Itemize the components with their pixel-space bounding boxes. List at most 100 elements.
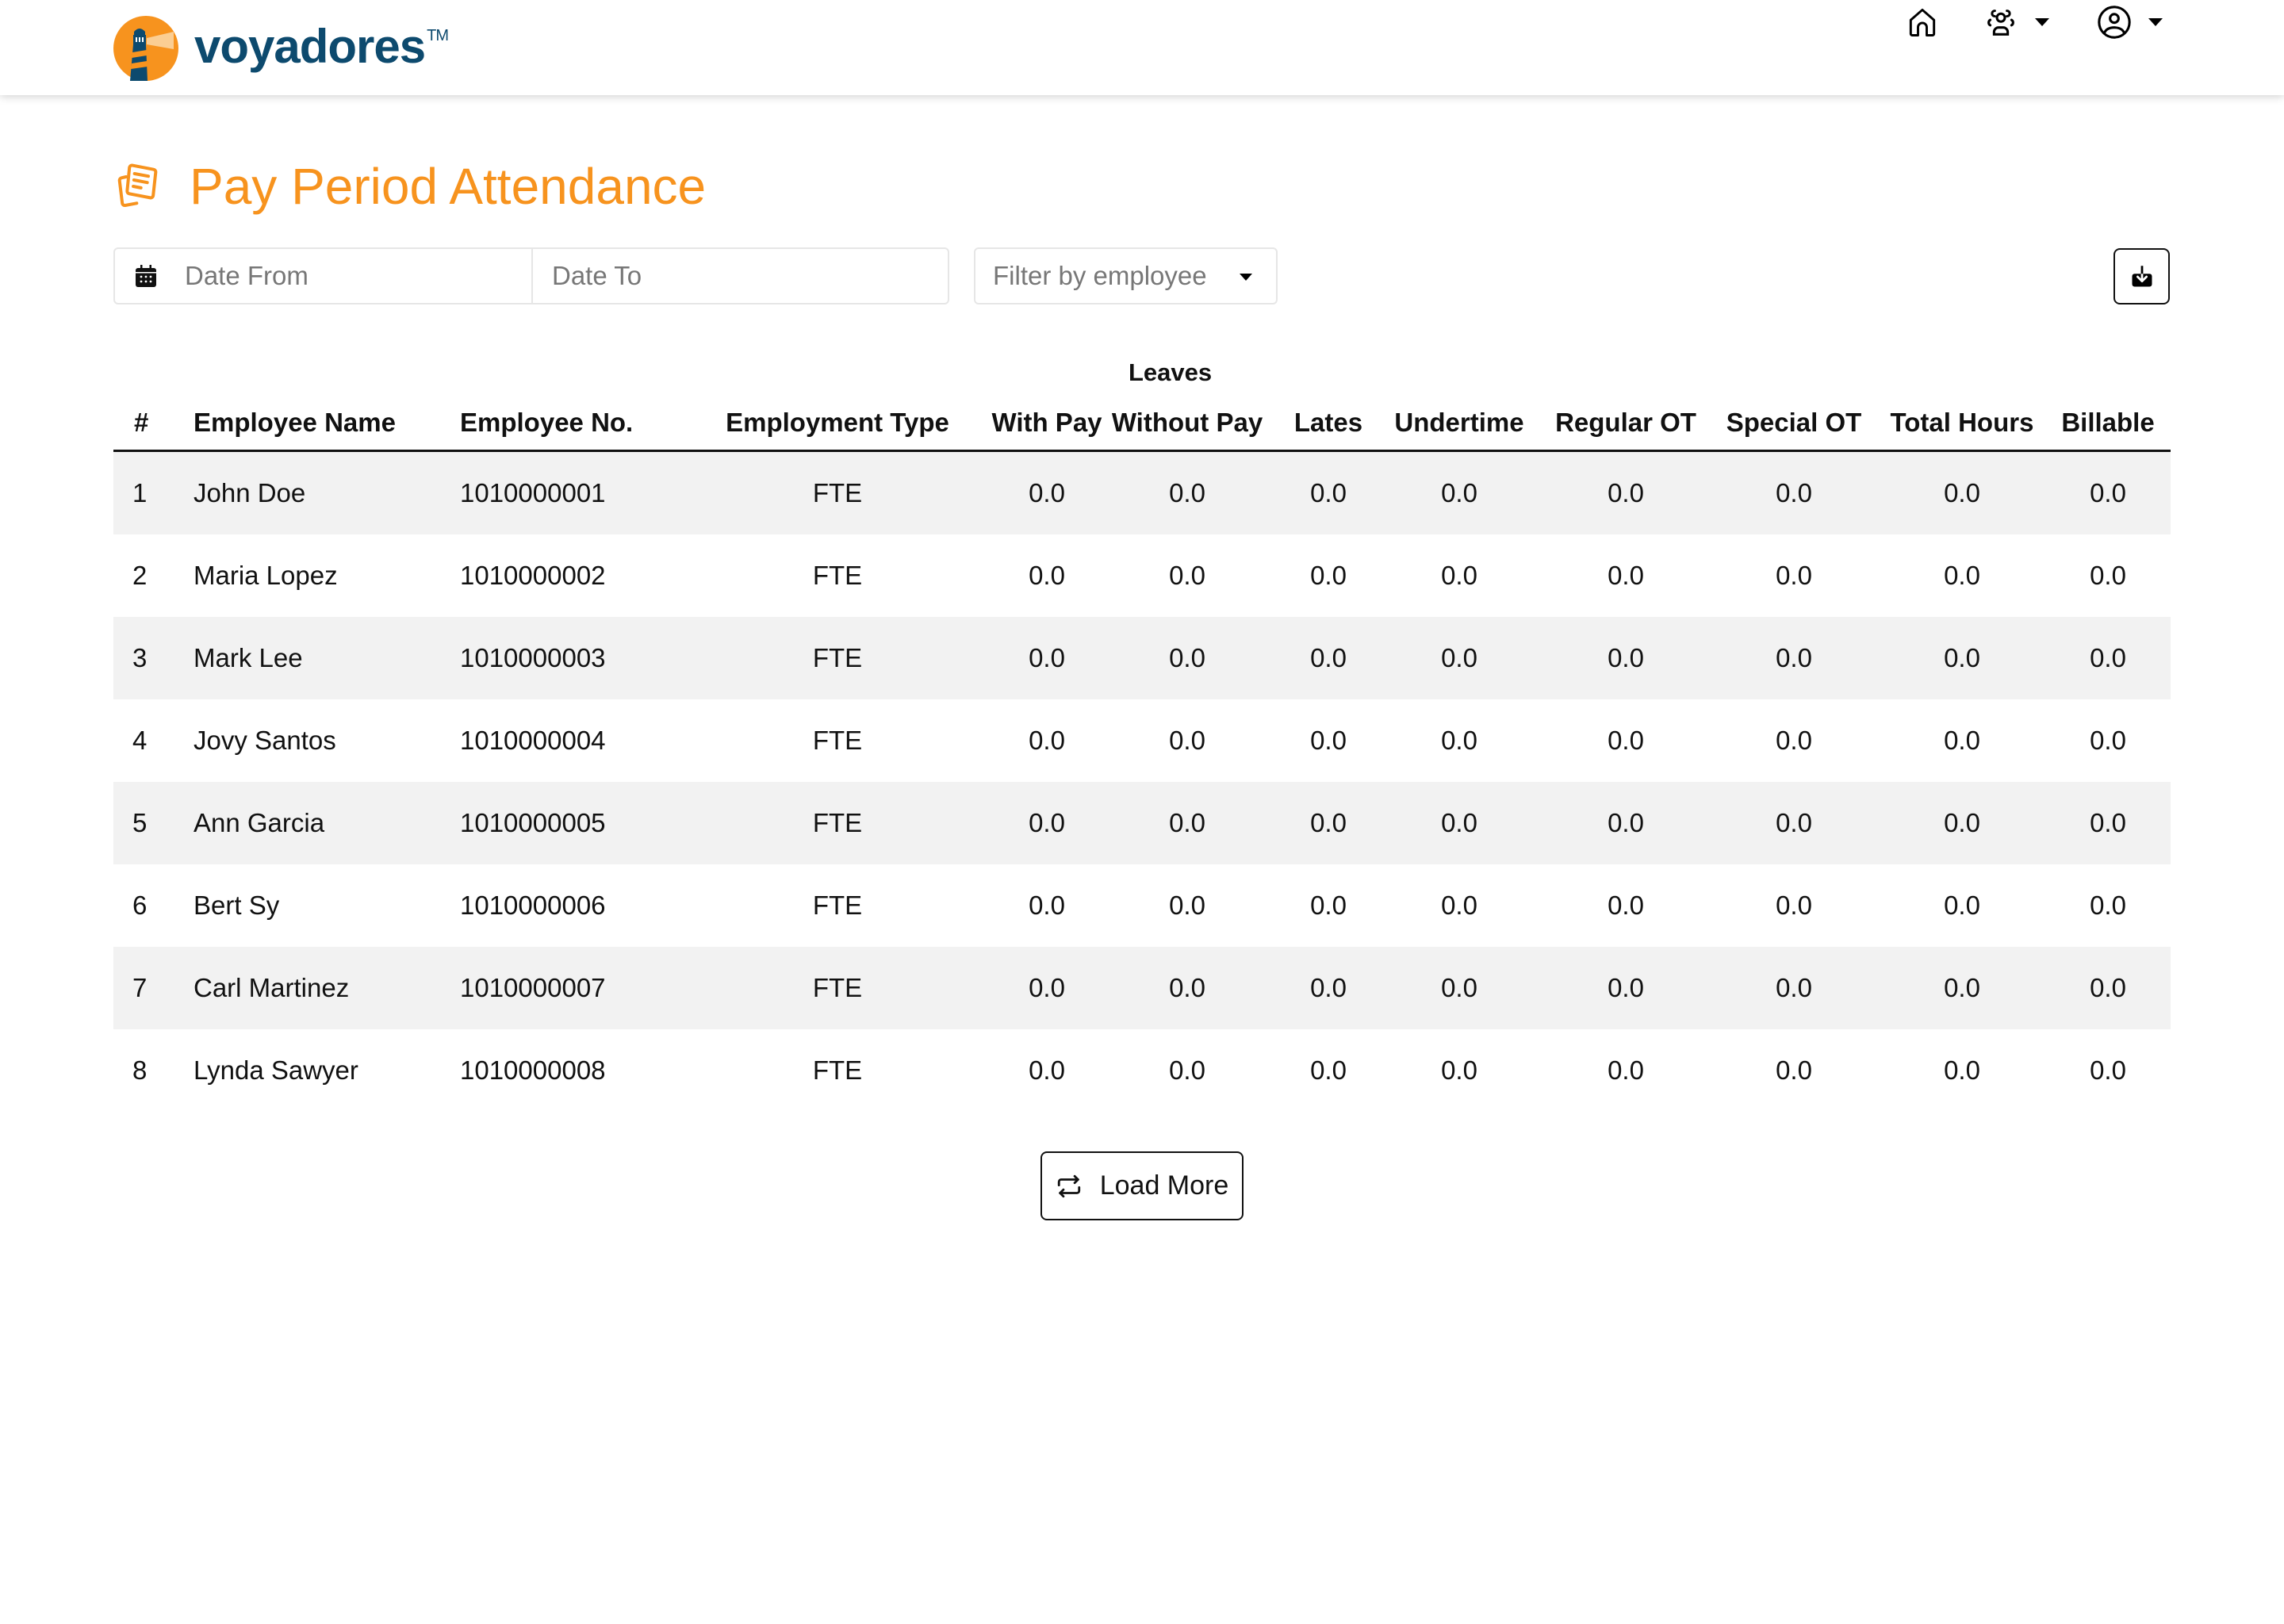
column-header-special-ot[interactable]: Special OT [1726, 408, 1862, 438]
column-header-undertime[interactable]: Undertime [1394, 408, 1523, 438]
calendar-icon [136, 265, 156, 287]
cell-undertime: 0.0 [1441, 561, 1477, 590]
team-icon [1987, 10, 2014, 36]
cell-lates: 0.0 [1310, 478, 1347, 508]
table-row[interactable]: 3 Mark Lee 1010000003 FTE 0.0 0.0 0.0 0.0 0.0 0.0… [113, 617, 2171, 699]
cell-regular-ot: 0.0 [1608, 808, 1644, 837]
cell-without-pay: 0.0 [1169, 1055, 1205, 1085]
cell-employment-type: FTE [812, 891, 863, 920]
column-header-billable[interactable]: Billable [2061, 408, 2154, 438]
load-more-button[interactable]: Load More [1040, 1151, 1244, 1220]
date-range-picker: Date From Date To [113, 247, 949, 304]
cell-lates: 0.0 [1310, 643, 1347, 672]
download-button[interactable] [2113, 248, 2170, 304]
cell-special-ot: 0.0 [1776, 643, 1812, 672]
cell-special-ot: 0.0 [1776, 561, 1812, 590]
employee-filter-select[interactable]: Filter by employee [974, 247, 1278, 304]
cell-employee-name: John Doe [194, 478, 306, 508]
cell-undertime: 0.0 [1441, 726, 1477, 755]
cell-billable: 0.0 [2090, 726, 2126, 755]
trademark: TM [427, 27, 449, 44]
cell-with-pay: 0.0 [1029, 1055, 1065, 1085]
cell-without-pay: 0.0 [1169, 891, 1205, 920]
team-menu-button[interactable] [1983, 0, 2049, 44]
cell-employee-no: 1010000006 [460, 891, 606, 920]
cell-index: 7 [132, 973, 148, 1002]
cell-index: 2 [132, 561, 148, 590]
lighthouse-logo-icon [113, 16, 178, 81]
cell-lates: 0.0 [1310, 561, 1347, 590]
home-button[interactable] [1905, 0, 1940, 44]
table-row[interactable]: 5 Ann Garcia 1010000005 FTE 0.0 0.0 0.0 0.0 0.0 0… [113, 782, 2171, 864]
table-row[interactable]: 1 John Doe 1010000001 FTE 0.0 0.0 0.0 0.0 0.0 0.0… [113, 452, 2171, 534]
column-header-without-pay[interactable]: Without Pay [1112, 408, 1263, 438]
cell-employee-name: Ann Garcia [194, 808, 325, 837]
cell-employee-no: 1010000008 [460, 1055, 606, 1085]
table-group-header: Leaves [113, 349, 2171, 400]
cell-undertime: 0.0 [1441, 973, 1477, 1002]
cell-special-ot: 0.0 [1776, 891, 1812, 920]
cell-total-hours: 0.0 [1944, 726, 1980, 755]
cell-without-pay: 0.0 [1169, 726, 1205, 755]
download-icon [2132, 265, 2152, 286]
cell-employment-type: FTE [812, 973, 863, 1002]
documents-icon [117, 163, 158, 208]
column-header-employee-name[interactable]: Employee Name [194, 408, 396, 438]
cell-employee-no: 1010000007 [460, 973, 606, 1002]
column-header-lates[interactable]: Lates [1294, 408, 1362, 438]
cell-index: 8 [132, 1055, 148, 1085]
brand-logo[interactable]: voyadores TM [113, 15, 449, 82]
cell-index: 3 [132, 643, 148, 672]
cell-undertime: 0.0 [1441, 891, 1477, 920]
cell-undertime: 0.0 [1441, 1055, 1477, 1085]
cell-undertime: 0.0 [1441, 643, 1477, 672]
cell-billable: 0.0 [2090, 561, 2126, 590]
cell-with-pay: 0.0 [1029, 478, 1065, 508]
table-row[interactable]: 6 Bert Sy 1010000006 FTE 0.0 0.0 0.0 0.0 0.0 0.0 0… [113, 864, 2171, 947]
cell-with-pay: 0.0 [1029, 726, 1065, 755]
account-menu-button[interactable] [2096, 0, 2163, 44]
cell-employee-name: Lynda Sawyer [194, 1055, 358, 1085]
cell-billable: 0.0 [2090, 1055, 2126, 1085]
cell-with-pay: 0.0 [1029, 808, 1065, 837]
cell-employee-name: Mark Lee [194, 643, 303, 672]
column-header-regular-ot[interactable]: Regular OT [1555, 408, 1696, 438]
cell-employee-name: Maria Lopez [194, 561, 338, 590]
cell-with-pay: 0.0 [1029, 643, 1065, 672]
column-header-employment-type[interactable]: Employment Type [726, 408, 949, 438]
cell-undertime: 0.0 [1441, 808, 1477, 837]
cell-undertime: 0.0 [1441, 478, 1477, 508]
cell-billable: 0.0 [2090, 478, 2126, 508]
cell-total-hours: 0.0 [1944, 1055, 1980, 1085]
cell-total-hours: 0.0 [1944, 478, 1980, 508]
user-account-icon [2098, 6, 2131, 39]
cell-lates: 0.0 [1310, 726, 1347, 755]
table-body: 1 John Doe 1010000001 FTE 0.0 0.0 0.0 0.0 0.0 0.0… [113, 452, 2171, 1112]
table-row[interactable]: 7 Carl Martinez 1010000007 FTE 0.0 0.0 0.0 0.0 0… [113, 947, 2171, 1029]
cell-employment-type: FTE [812, 643, 863, 672]
page-title-bar: Pay Period Attendance [113, 151, 706, 222]
table-row[interactable]: 8 Lynda Sawyer 1010000008 FTE 0.0 0.0 0.0 0.0 0.… [113, 1029, 2171, 1112]
attendance-table: Leaves # Employee Name Employee No. Empl… [113, 349, 2171, 1112]
table-row[interactable]: 2 Maria Lopez 1010000002 FTE 0.0 0.0 0.0 0.0 0.0… [113, 534, 2171, 617]
column-header-total-hours[interactable]: Total Hours [1891, 408, 2034, 438]
cell-billable: 0.0 [2090, 973, 2126, 1002]
cell-with-pay: 0.0 [1029, 973, 1065, 1002]
table-row[interactable]: 4 Jovy Santos 1010000004 FTE 0.0 0.0 0.0 0.0 0.0… [113, 699, 2171, 782]
cell-regular-ot: 0.0 [1608, 973, 1644, 1002]
date-from-input[interactable]: Date From [115, 249, 533, 303]
brand-name: voyadores [194, 20, 426, 73]
cell-special-ot: 0.0 [1776, 478, 1812, 508]
cell-regular-ot: 0.0 [1608, 478, 1644, 508]
column-header-employee-no[interactable]: Employee No. [460, 408, 633, 438]
employee-filter-placeholder: Filter by employee [993, 261, 1207, 290]
page-title: Pay Period Attendance [190, 158, 707, 215]
date-to-input[interactable]: Date To [533, 249, 948, 303]
column-header-index[interactable]: # [134, 408, 148, 438]
cell-employment-type: FTE [812, 1055, 863, 1085]
cell-index: 4 [132, 726, 148, 755]
cell-employee-no: 1010000002 [460, 561, 606, 590]
column-header-with-pay[interactable]: With Pay [991, 408, 1102, 438]
cell-billable: 0.0 [2090, 643, 2126, 672]
table-header: # Employee Name Employee No. Employment … [113, 400, 2171, 452]
